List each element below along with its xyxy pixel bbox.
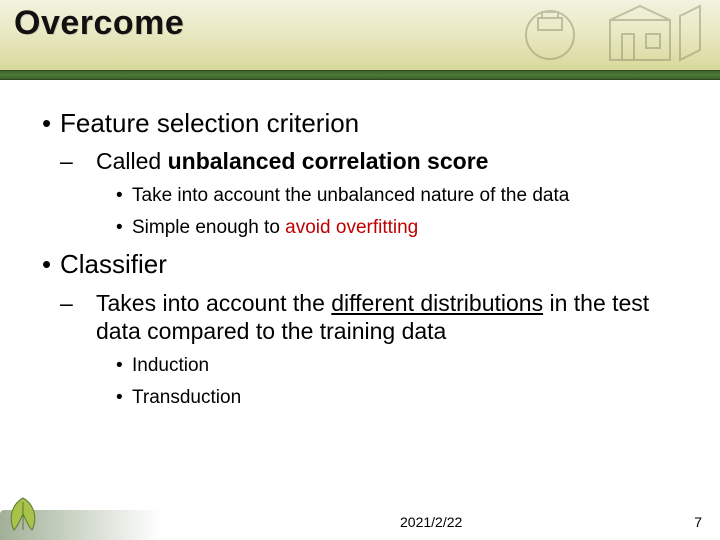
footer-date: 2021/2/22 [400, 514, 462, 530]
subbullet-called-ucs: –Called unbalanced correlation score [78, 147, 690, 176]
slide-title: Overcome [14, 4, 706, 43]
bullet-dot-icon: • [42, 108, 60, 139]
bullet-text: Feature selection criterion [60, 108, 359, 138]
subsub-text: Induction [132, 355, 209, 376]
bullet-dot-icon: • [116, 184, 132, 208]
subbullet-text-bold: unbalanced correlation score [168, 148, 489, 174]
bullet-classifier: •Classifier [42, 249, 690, 280]
dash-icon: – [78, 289, 96, 318]
subsub-unbalanced-nature: •Take into account the unbalanced nature… [116, 184, 690, 208]
footer-page-number: 7 [694, 514, 702, 530]
subsub-transduction: •Transduction [116, 386, 690, 410]
leaf-logo-icon [6, 496, 40, 536]
dash-icon: – [78, 147, 96, 176]
title-band: Overcome [0, 0, 720, 70]
footer: 2021/2/22 7 [0, 492, 720, 540]
subbullet-text-pre: Called [96, 148, 168, 174]
bullet-dot-icon: • [116, 216, 132, 240]
accent-bar [0, 70, 720, 80]
subsub-text: Take into account the unbalanced nature … [132, 185, 569, 206]
subsub-induction: •Induction [116, 354, 690, 378]
subsub-text: Transduction [132, 387, 241, 408]
bullet-dot-icon: • [42, 249, 60, 280]
subbullet-different-distributions: –Takes into account the different distri… [78, 289, 690, 347]
slide: Overcome •Feature selection criterion –C… [0, 0, 720, 540]
subbullet-text-pre: Takes into account the [96, 290, 331, 316]
subsub-text-red: avoid overfitting [285, 217, 418, 238]
bullet-text: Classifier [60, 249, 167, 279]
bullet-dot-icon: • [116, 386, 132, 410]
slide-body: •Feature selection criterion –Called unb… [0, 80, 720, 410]
bullet-dot-icon: • [116, 354, 132, 378]
subsub-avoid-overfitting: •Simple enough to avoid overfitting [116, 216, 690, 240]
bullet-feature-selection: •Feature selection criterion [42, 108, 690, 139]
subsub-text-pre: Simple enough to [132, 217, 285, 238]
subbullet-text-underline: different distributions [331, 290, 543, 316]
